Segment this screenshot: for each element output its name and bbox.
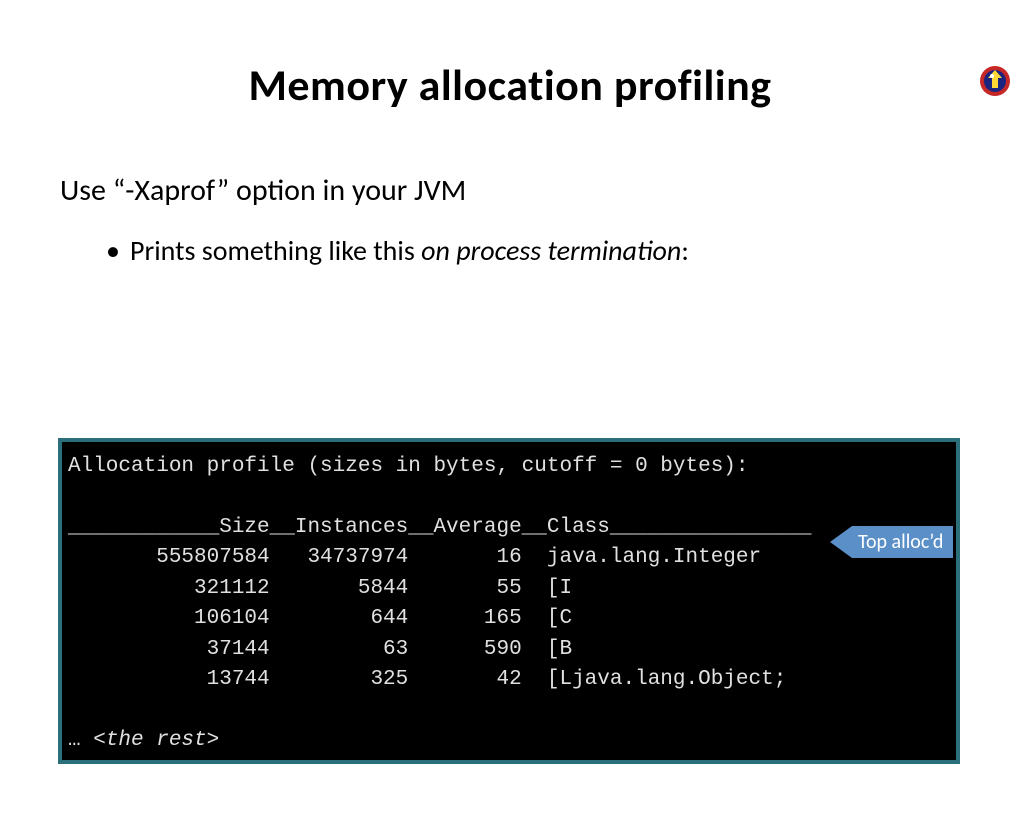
- arrow-left-icon: [830, 526, 852, 558]
- terminal-columns: ____________Size__Instances__Average__Cl…: [68, 516, 812, 539]
- bullet-item: Prints something like this on process te…: [130, 233, 1020, 268]
- terminal-rows: 555807584 34737974 16 java.lang.Integer …: [68, 546, 786, 691]
- terminal-header: Allocation profile (sizes in bytes, cuto…: [68, 455, 749, 478]
- bullet-text-italic: on process termination: [421, 233, 681, 268]
- terminal-output: Allocation profile (sizes in bytes, cuto…: [58, 438, 960, 764]
- slide-title: Memory allocation profiling: [0, 58, 1020, 112]
- bullet-text-prefix: Prints something like this: [130, 233, 421, 268]
- mascot-logo: [978, 64, 1012, 98]
- body-line: Use “-Xaprof” option in your JVM: [60, 172, 1020, 209]
- callout-label: Top alloc’d: [852, 526, 953, 558]
- top-allocd-callout: Top alloc’d: [830, 526, 953, 558]
- terminal-rest-italic: <the rest>: [93, 729, 219, 752]
- bullet-text-suffix: :: [681, 233, 689, 268]
- terminal-rest-prefix: …: [68, 729, 93, 752]
